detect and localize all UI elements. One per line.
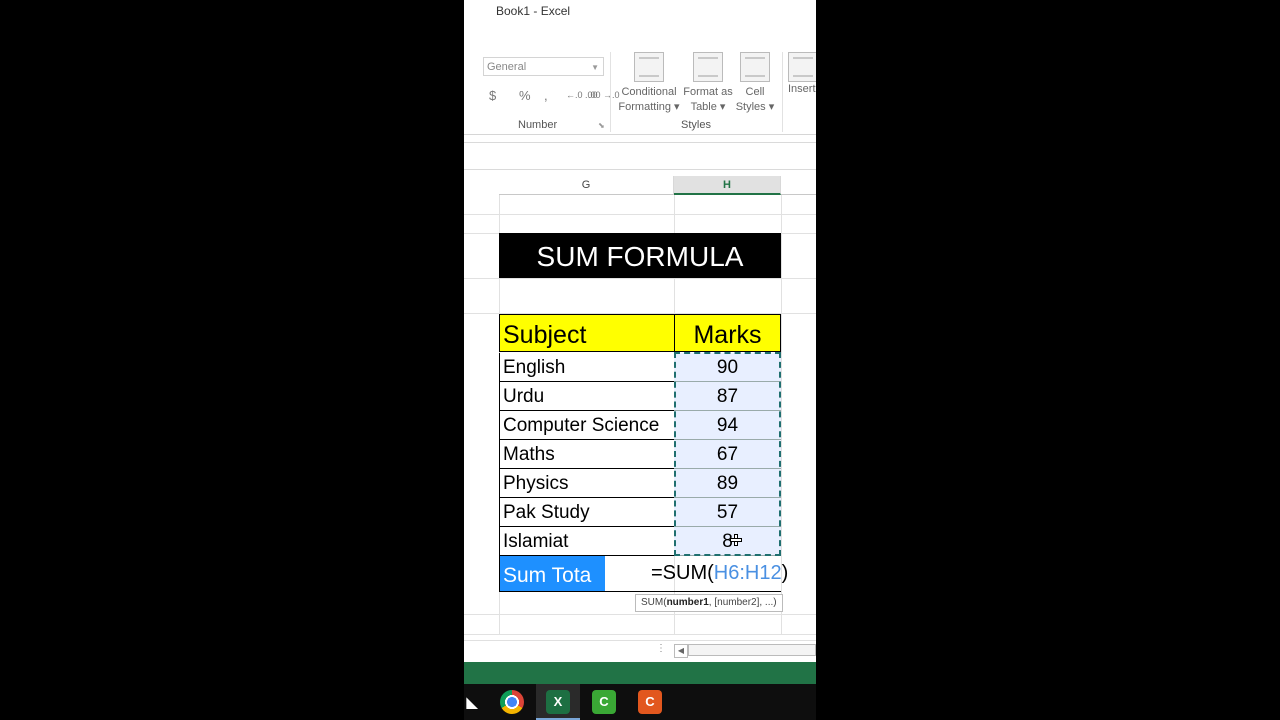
chrome-icon[interactable]	[500, 690, 524, 714]
number-group-label: Number	[518, 119, 558, 131]
tooltip-remaining-args: , [number2], ...)	[708, 597, 777, 608]
excel-window: Book1 - Excel General ▼ $ % , ←.0 .00 .0…	[464, 0, 816, 720]
button-label: Conditional	[621, 86, 677, 98]
tooltip-current-arg: number1	[666, 597, 709, 608]
decrease-decimal-button[interactable]: .00 →.0	[588, 90, 620, 100]
taskbar: ◣ X C C	[464, 684, 816, 720]
gridline	[464, 614, 816, 615]
styles-group-label: Styles	[681, 119, 711, 131]
more-options-icon: ⋮	[656, 643, 666, 654]
formula-range-reference: H6:H12	[713, 562, 782, 584]
marks-header-cell[interactable]: Marks	[674, 314, 781, 352]
cell-border	[499, 556, 500, 592]
column-header-h[interactable]: H	[674, 176, 781, 195]
marks-cell[interactable]: 94	[674, 411, 781, 440]
group-separator	[782, 52, 783, 132]
status-bar	[464, 662, 816, 684]
camtasia-icon[interactable]: C	[592, 690, 616, 714]
button-label: Styles ▾	[735, 101, 775, 113]
horizontal-scrollbar[interactable]: ⋮ ◀	[464, 640, 816, 661]
sum-total-label-cell[interactable]: Sum Tota	[499, 556, 605, 591]
subject-cell[interactable]: Computer Science	[499, 411, 675, 440]
number-format-dropdown[interactable]: General ▼	[483, 57, 604, 76]
percent-button[interactable]: %	[519, 88, 531, 103]
button-label: Format as	[683, 86, 733, 98]
subject-cell[interactable]: Urdu	[499, 382, 675, 411]
function-tooltip[interactable]: SUM(number1, [number2], ...)	[635, 594, 783, 612]
scroll-left-arrow-icon[interactable]: ◀	[674, 644, 688, 658]
subject-cell[interactable]: English	[499, 353, 675, 382]
recorder-icon[interactable]: C	[638, 690, 662, 714]
format-as-table-button[interactable]: Format as Table ▾	[682, 52, 734, 115]
gridline	[464, 634, 816, 635]
ribbon: General ▼ $ % , ←.0 .00 .00 →.0 Number ⬊…	[464, 46, 816, 135]
excel-icon[interactable]: X	[546, 690, 570, 714]
cell-cursor-icon	[730, 534, 742, 546]
subject-cell[interactable]: Maths	[499, 440, 675, 469]
chevron-down-icon: ▼	[591, 63, 599, 72]
formula-suffix: )	[781, 562, 789, 584]
cell-styles-button[interactable]: Cell Styles ▾	[734, 52, 776, 115]
formula-bar[interactable]	[464, 142, 816, 170]
gridline	[464, 278, 816, 279]
subject-cell[interactable]: Islamiat	[499, 527, 675, 556]
insert-button[interactable]: Insert	[788, 52, 816, 97]
marks-cell[interactable]: 57	[674, 498, 781, 527]
comma-button[interactable]: ,	[544, 88, 548, 103]
button-label: Insert	[788, 83, 816, 95]
marks-cell[interactable]: 87	[674, 382, 781, 411]
marks-cell[interactable]: 8	[674, 527, 781, 556]
conditional-formatting-button[interactable]: Conditional Formatting ▾	[616, 52, 682, 115]
tooltip-function: SUM(	[641, 597, 667, 608]
window-title: Book1 - Excel	[496, 4, 571, 18]
scroll-track[interactable]	[688, 644, 816, 656]
subject-cell[interactable]: Pak Study	[499, 498, 675, 527]
number-format-value: General	[487, 61, 527, 73]
formula-prefix: =SUM(	[651, 562, 714, 584]
marks-cell[interactable]: 67	[674, 440, 781, 469]
formula-edit-cell[interactable]: =SUM(H6:H12)	[651, 562, 788, 585]
button-label: Formatting ▾	[618, 101, 680, 113]
currency-button[interactable]: $	[489, 88, 496, 103]
sum-formula-banner[interactable]: SUM FORMULA	[499, 233, 781, 278]
format-as-table-icon	[693, 52, 723, 82]
marks-cell[interactable]: 90	[674, 353, 781, 382]
group-separator	[610, 52, 611, 132]
cell-border	[499, 591, 781, 592]
show-desktop-icon[interactable]: ◣	[464, 690, 480, 714]
gridline	[464, 214, 816, 215]
column-header-i[interactable]	[781, 176, 816, 195]
column-header-g[interactable]: G	[499, 176, 674, 195]
dialog-launcher-icon[interactable]: ⬊	[598, 121, 605, 130]
subject-header-cell[interactable]: Subject	[499, 314, 675, 352]
insert-cells-icon	[788, 52, 816, 82]
conditional-formatting-icon	[634, 52, 664, 82]
button-label: Table ▾	[690, 101, 726, 113]
marks-cell[interactable]: 89	[674, 469, 781, 498]
subject-cell[interactable]: Physics	[499, 469, 675, 498]
button-label: Cell	[745, 86, 765, 98]
cell-styles-icon	[740, 52, 770, 82]
